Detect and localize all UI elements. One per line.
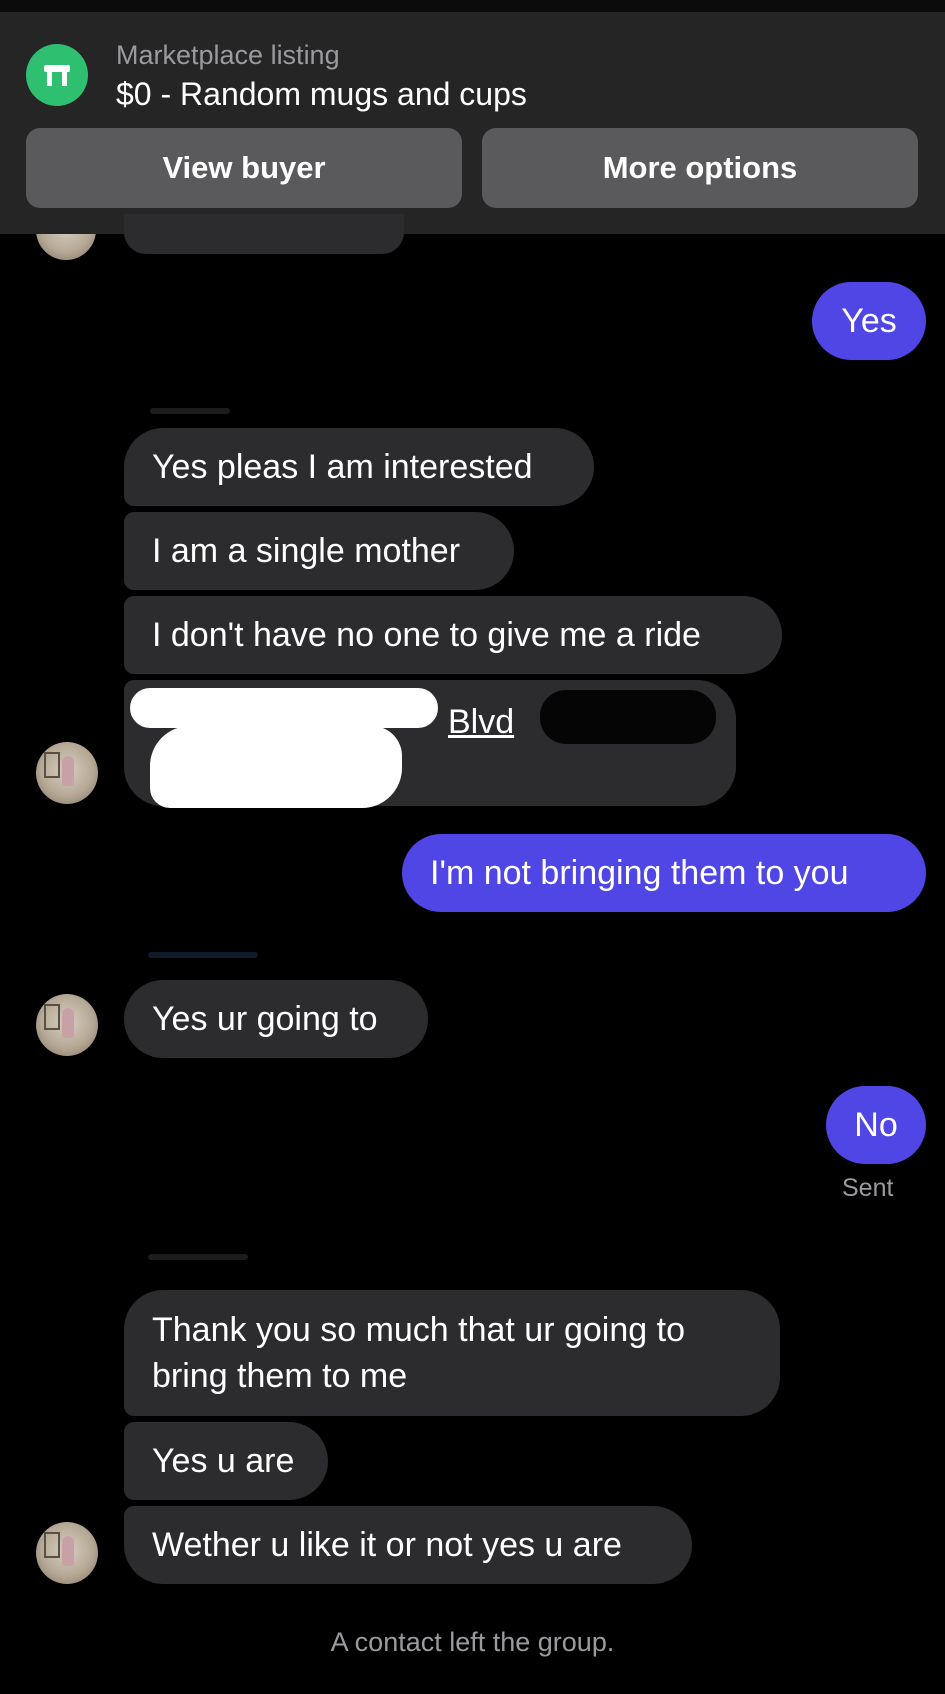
system-message: A contact left the group.	[330, 1627, 615, 1657]
message-bubble-incoming[interactable]: Wether u like it or not yes u are	[124, 1506, 692, 1584]
more-options-button[interactable]: More options	[482, 128, 918, 208]
message-bubble-incoming[interactable]: Yes pleas I am interested	[124, 428, 594, 506]
marketplace-listing-header: Marketplace listing $0 - Random mugs and…	[0, 12, 945, 234]
status-bar-strip	[0, 0, 945, 12]
address-text[interactable]: Blvd	[448, 703, 514, 741]
marketplace-shop-icon	[26, 44, 88, 106]
message-bubble-outgoing[interactable]: Yes	[812, 282, 926, 360]
message-bubble-incoming[interactable]: Yes u are	[124, 1422, 328, 1500]
contact-avatar[interactable]	[36, 742, 98, 804]
message-bubble-incoming[interactable]: I am a single mother	[124, 512, 514, 590]
contact-avatar[interactable]	[36, 994, 98, 1056]
redaction-mark	[150, 726, 402, 808]
sender-name	[148, 1254, 248, 1260]
redaction-mark	[540, 690, 716, 744]
sent-status-label: Sent	[842, 1174, 894, 1202]
contact-avatar[interactable]	[36, 1522, 98, 1584]
sender-name	[148, 952, 258, 958]
listing-type-label: Marketplace listing	[116, 40, 340, 70]
message-bubble-outgoing[interactable]: No	[826, 1086, 926, 1164]
sender-name	[150, 408, 230, 414]
message-bubble-incoming[interactable]: Thank you so much that ur going to bring…	[124, 1290, 780, 1416]
message-bubble-outgoing[interactable]: I'm not bringing them to you	[402, 834, 926, 912]
redaction-mark	[130, 688, 438, 728]
message-bubble-incoming[interactable]: I don't have no one to give me a ride	[124, 596, 782, 674]
listing-title[interactable]: $0 - Random mugs and cups	[116, 76, 527, 113]
view-buyer-button[interactable]: View buyer	[26, 128, 462, 208]
message-bubble-previous	[124, 214, 404, 254]
message-bubble-incoming[interactable]: Yes ur going to	[124, 980, 428, 1058]
